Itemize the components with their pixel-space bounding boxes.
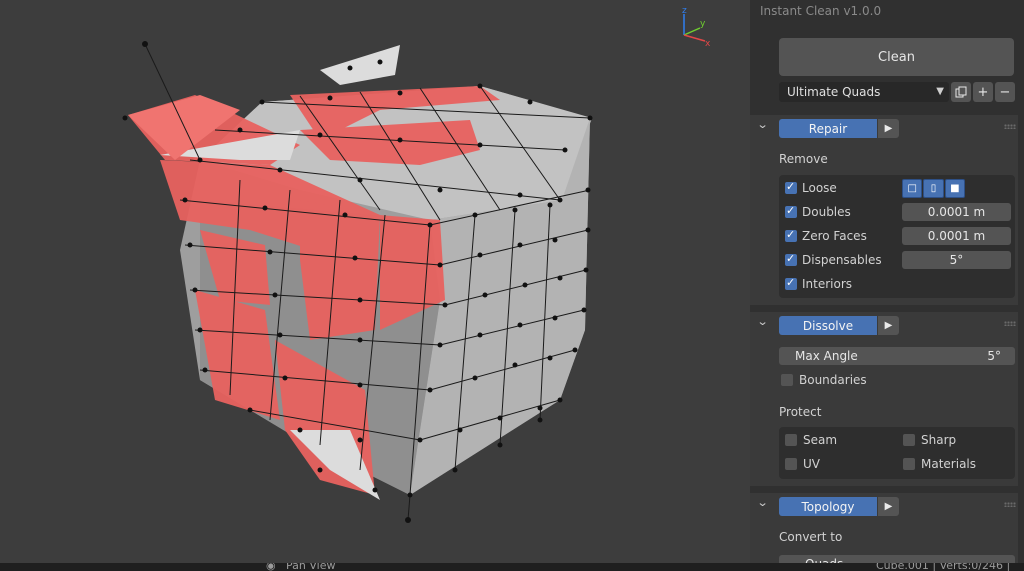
collapse-chevron-icon[interactable]: ⌄ <box>757 315 769 328</box>
drag-grip-icon[interactable] <box>1004 124 1016 129</box>
edge-mode-icon[interactable]: ▯ <box>923 179 944 198</box>
materials-label: Materials <box>921 457 977 471</box>
protect-label: Protect <box>779 405 822 419</box>
convert-to-label: Convert to <box>779 530 843 544</box>
gizmo-z-label: z <box>682 6 687 16</box>
loose-mode-group: □ ▯ ■ <box>902 179 966 198</box>
dissolve-section-header: ⌄ Dissolve ▶ <box>750 312 1018 336</box>
seam-checkbox[interactable] <box>785 434 797 446</box>
mesh-render: z y x <box>122 6 711 523</box>
gizmo-y-label: y <box>700 19 706 29</box>
drag-grip-icon[interactable] <box>1004 321 1016 326</box>
sidebar-panel: Instant Clean v1.0.0 Clean Ultimate Quad… <box>750 0 1024 563</box>
max-angle-label: Max Angle <box>795 349 858 363</box>
max-angle-field[interactable]: Max Angle 5° <box>779 347 1015 365</box>
remove-preset-button[interactable]: − <box>995 82 1015 102</box>
dispensables-label: Dispensables <box>802 253 882 267</box>
vertex-mode-icon[interactable]: □ <box>902 179 923 198</box>
status-bar: ◉ Pan View Cube.001 | Verts:0/246 | <box>0 563 1024 571</box>
play-icon: ▶ <box>884 501 893 512</box>
zero-faces-distance-field[interactable]: 0.0001 m <box>902 227 1011 245</box>
preset-value: Ultimate Quads <box>787 85 881 99</box>
repair-run-button[interactable]: ▶ <box>878 119 899 138</box>
face-mode-icon[interactable]: ■ <box>944 179 965 198</box>
preset-dropdown[interactable]: Ultimate Quads ▼ <box>779 82 949 102</box>
seam-label: Seam <box>803 433 838 447</box>
dissolve-button[interactable]: Dissolve <box>779 316 877 335</box>
collapse-chevron-icon[interactable]: ⌄ <box>757 496 769 509</box>
doubles-checkbox[interactable] <box>785 204 797 218</box>
copy-preset-button[interactable] <box>951 82 971 102</box>
convert-to-dropdown[interactable]: Quads <box>779 555 1015 563</box>
remove-label: Remove <box>779 152 828 166</box>
pan-view-hint: Pan View <box>286 563 336 571</box>
repair-button[interactable]: Repair <box>779 119 877 138</box>
scene-stats: Cube.001 | Verts:0/246 | <box>876 563 1011 571</box>
topology-section-header: ⌄ Topology ▶ <box>750 493 1018 517</box>
zero-faces-label: Zero Faces <box>802 229 867 243</box>
interiors-label: Interiors <box>802 277 853 291</box>
doubles-distance-field[interactable]: 0.0001 m <box>902 203 1011 221</box>
zero-faces-checkbox[interactable] <box>785 228 797 242</box>
panel-title: Instant Clean v1.0.0 <box>760 4 882 18</box>
loose-label: Loose <box>802 181 837 195</box>
minus-icon: − <box>999 84 1011 100</box>
materials-checkbox[interactable] <box>903 458 915 470</box>
clean-button[interactable]: Clean <box>779 38 1014 76</box>
collapse-chevron-icon[interactable]: ⌄ <box>757 118 769 131</box>
mouse-icon: ◉ <box>266 563 276 571</box>
play-icon: ▶ <box>884 123 893 134</box>
topology-button[interactable]: Topology <box>779 497 877 516</box>
dispensables-angle-field[interactable]: 5° <box>902 251 1011 269</box>
uv-checkbox[interactable] <box>785 458 797 470</box>
repair-section-header: ⌄ Repair ▶ <box>750 115 1018 139</box>
copy-icon <box>955 86 967 98</box>
sharp-label: Sharp <box>921 433 957 447</box>
dispensables-checkbox[interactable] <box>785 252 797 266</box>
uv-label: UV <box>803 457 820 471</box>
topology-run-button[interactable]: ▶ <box>878 497 899 516</box>
max-angle-value: 5° <box>987 349 1001 363</box>
add-preset-button[interactable]: + <box>973 82 993 102</box>
play-icon: ▶ <box>884 320 893 331</box>
dissolve-section-body: Max Angle 5° Boundaries Protect Seam Sha… <box>750 336 1018 486</box>
boundaries-label: Boundaries <box>799 373 867 387</box>
3d-viewport[interactable]: z y x <box>0 0 750 563</box>
drag-grip-icon[interactable] <box>1004 502 1016 507</box>
topology-section-body: Convert to Quads <box>750 517 1018 563</box>
loose-checkbox[interactable] <box>785 180 797 194</box>
boundaries-checkbox[interactable] <box>781 374 793 386</box>
dissolve-run-button[interactable]: ▶ <box>878 316 899 335</box>
interiors-checkbox[interactable] <box>785 276 797 290</box>
doubles-label: Doubles <box>802 205 851 219</box>
chevron-down-icon: ▼ <box>936 86 944 97</box>
plus-icon: + <box>977 84 989 100</box>
repair-section-body: Remove Loose □ ▯ ■ Doubles 0.0001 m Zero… <box>750 139 1018 305</box>
sharp-checkbox[interactable] <box>903 434 915 446</box>
gizmo-x-label: x <box>705 39 711 49</box>
